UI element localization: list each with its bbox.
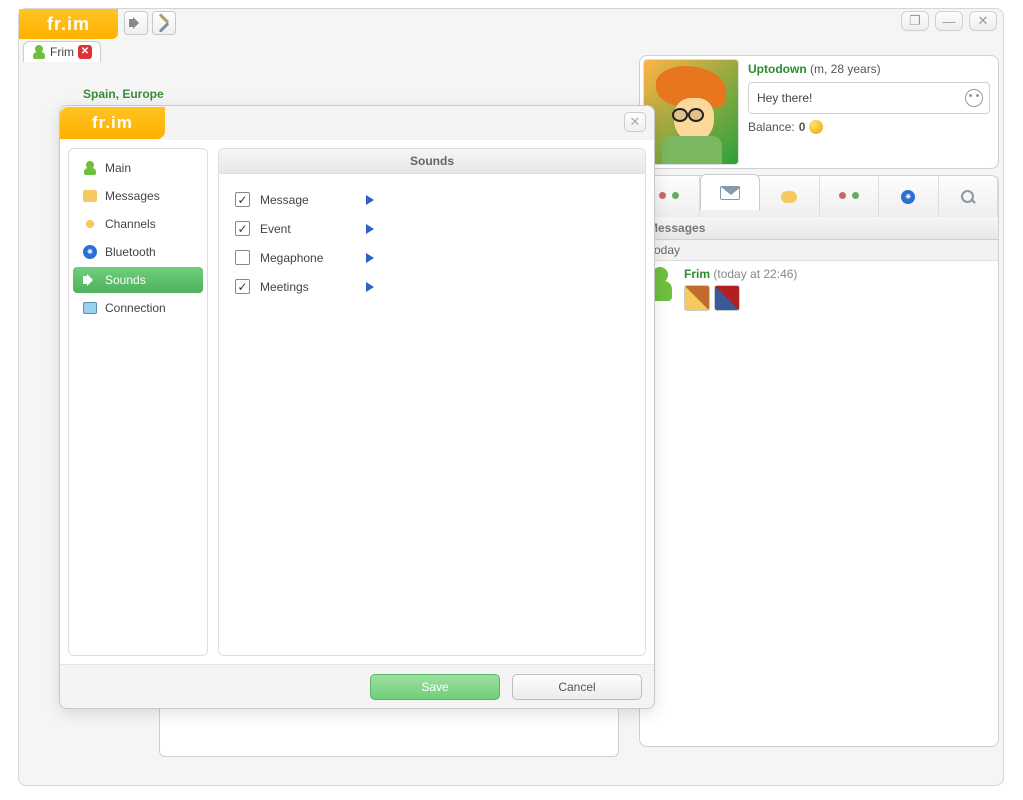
sidebar-item-messages[interactable]: Messages [73, 183, 203, 209]
sidebar-item-label: Sounds [105, 273, 146, 287]
tab-close-icon[interactable]: ✕ [78, 45, 92, 59]
sound-toolbar-button[interactable] [124, 11, 148, 35]
window-restore-button[interactable]: ❐ [901, 11, 929, 31]
balance-label: Balance: [748, 120, 795, 134]
play-button[interactable] [366, 224, 374, 234]
nav-tab-search[interactable] [939, 176, 999, 218]
emoji-button[interactable] [965, 89, 983, 107]
profile-name-line: Uptodown (m, 28 years) [748, 62, 990, 76]
sound-label: Message [260, 193, 350, 207]
bluetooth-icon: ⁕ [83, 245, 97, 259]
sidebar-item-label: Connection [105, 301, 166, 315]
app-logo: fr.im [19, 9, 118, 39]
avatar [643, 59, 739, 165]
coin-icon [809, 120, 823, 134]
play-button[interactable] [366, 195, 374, 205]
sound-label: Meetings [260, 280, 350, 294]
sound-row-meetings: ✓ Meetings [235, 279, 629, 294]
profile-name: Uptodown [748, 62, 807, 76]
sidebar-item-connection[interactable]: Connection [73, 295, 203, 321]
sound-list: ✓ Message ✓ Event Megaphone [219, 174, 645, 312]
sidebar-item-label: Channels [105, 217, 156, 231]
attachment-thumb[interactable] [714, 285, 740, 311]
window-close-button[interactable]: ✕ [969, 11, 997, 31]
search-icon [960, 189, 976, 205]
attachment-thumb[interactable] [684, 285, 710, 311]
dialog-titlebar: fr.im ✕ [60, 106, 654, 140]
nav-tab-bluetooth[interactable]: ⁕ [879, 176, 939, 218]
sidebar-item-label: Main [105, 161, 131, 175]
save-button[interactable]: Save [370, 674, 500, 700]
person-icon [32, 45, 46, 59]
message-row[interactable]: Frim (today at 22:46) [640, 261, 998, 317]
checkbox-message[interactable]: ✓ [235, 192, 250, 207]
sidebar-item-label: Bluetooth [105, 245, 156, 259]
dialog-footer: Save Cancel [60, 664, 654, 708]
messages-panel: Messages Today Frim (today at 22:46) [639, 217, 999, 747]
status-text: Hey there! [757, 91, 812, 105]
balance-row: Balance: 0 [748, 120, 990, 134]
dialog-content-title: Sounds [219, 149, 645, 174]
sound-label: Megaphone [260, 251, 350, 265]
checkbox-megaphone[interactable] [235, 250, 250, 265]
dialog-close-button[interactable]: ✕ [624, 112, 646, 132]
sound-row-megaphone: Megaphone [235, 250, 629, 265]
sidebar-item-label: Messages [105, 189, 160, 203]
main-window: fr.im ❐ — ✕ Frim ✕ Spain, Europe [18, 8, 1004, 786]
dialog-sidebar: Main Messages Channels ⁕ Bluetooth Sound… [68, 148, 208, 656]
profile-card: Uptodown (m, 28 years) Hey there! Balanc… [639, 55, 999, 169]
tab-label: Frim [50, 45, 74, 59]
cancel-button[interactable]: Cancel [512, 674, 642, 700]
dialog-content: Sounds ✓ Message ✓ Event Megaphone [218, 148, 646, 656]
sound-label: Event [260, 222, 350, 236]
sound-row-message: ✓ Message [235, 192, 629, 207]
sidebar-item-sounds[interactable]: Sounds [73, 267, 203, 293]
speaker-icon [129, 17, 143, 29]
nav-tabs: ⁕ [639, 175, 999, 219]
channel-icon [83, 217, 97, 231]
checkbox-event[interactable]: ✓ [235, 221, 250, 236]
compose-input[interactable] [159, 701, 619, 757]
settings-dialog: fr.im ✕ Main Messages Channels ⁕ [59, 105, 655, 709]
checkbox-meetings[interactable]: ✓ [235, 279, 250, 294]
sidebar-item-main[interactable]: Main [73, 155, 203, 181]
play-button[interactable] [366, 253, 374, 263]
window-minimize-button[interactable]: — [935, 11, 963, 31]
status-input[interactable]: Hey there! [748, 82, 990, 114]
nav-tab-messages[interactable] [700, 174, 761, 210]
messages-header: Messages [640, 217, 998, 240]
nav-tab-chats[interactable] [760, 176, 820, 218]
tools-icon [157, 16, 171, 30]
message-sender: Frim [684, 267, 710, 281]
play-button[interactable] [366, 282, 374, 292]
titlebar: fr.im ❐ — ✕ [19, 9, 1003, 39]
location-text: Spain, Europe [83, 87, 164, 101]
sound-icon [83, 274, 97, 286]
chat-icon [781, 191, 797, 203]
connection-icon [83, 302, 97, 314]
person-icon [83, 161, 97, 175]
sidebar-item-channels[interactable]: Channels [73, 211, 203, 237]
profile-meta: (m, 28 years) [810, 62, 881, 76]
sidebar-item-bluetooth[interactable]: ⁕ Bluetooth [73, 239, 203, 265]
bluetooth-icon: ⁕ [901, 190, 915, 204]
app-tab-frim[interactable]: Frim ✕ [23, 41, 101, 62]
nav-tab-groups[interactable] [820, 176, 880, 218]
people-icon [659, 190, 679, 204]
message-icon [83, 190, 97, 202]
messages-date: Today [640, 240, 998, 261]
message-time: (today at 22:46) [713, 267, 797, 281]
sound-row-event: ✓ Event [235, 221, 629, 236]
balance-value: 0 [799, 120, 806, 134]
group-icon [839, 190, 859, 204]
tools-toolbar-button[interactable] [152, 11, 176, 35]
message-attachments [684, 285, 797, 311]
envelope-icon [720, 186, 740, 200]
dialog-logo: fr.im [60, 107, 165, 139]
